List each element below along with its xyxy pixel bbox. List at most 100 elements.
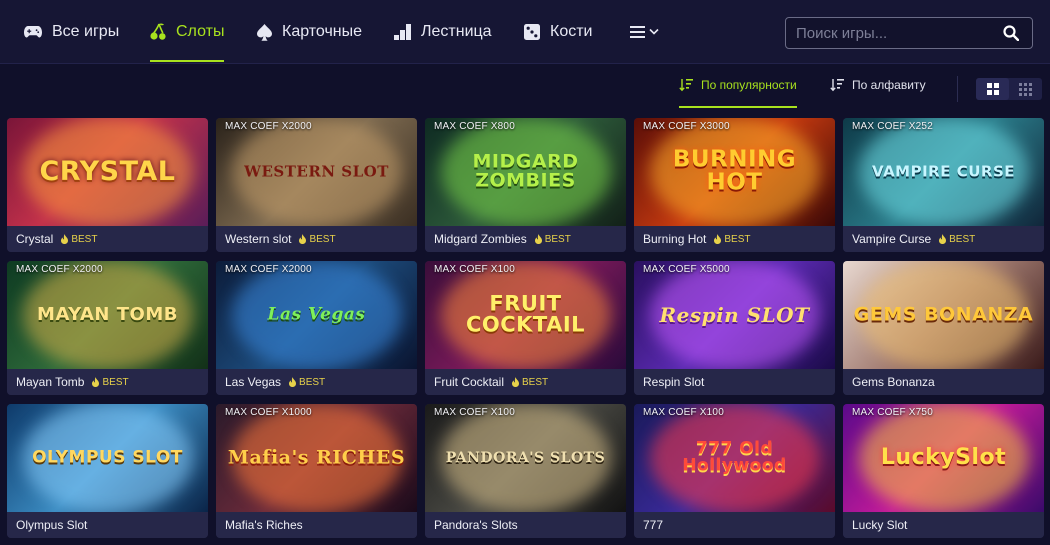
game-logo: FRUIT COCKTAIL bbox=[465, 291, 586, 337]
nav-item-card-games[interactable]: Карточные bbox=[257, 0, 362, 64]
game-logo: LuckySlot bbox=[880, 444, 1007, 470]
game-thumbnail: VAMPIRE CURSE bbox=[843, 118, 1044, 226]
game-card-burning-hot[interactable]: BURNING HOT MAX COEF X3000 Burning Hot B… bbox=[634, 118, 835, 252]
fire-icon bbox=[61, 234, 69, 244]
game-thumbnail: MAYAN TOMB bbox=[7, 261, 208, 369]
game-card-respin-slot[interactable]: Respin SLOT MAX COEF X5000 Respin Slot bbox=[634, 261, 835, 395]
game-card-las-vegas[interactable]: Las Vegas MAX COEF X2000 Las Vegas BEST bbox=[216, 261, 417, 395]
view-large-grid[interactable] bbox=[976, 78, 1009, 100]
best-badge: BEST bbox=[289, 377, 325, 388]
game-logo: 777 Old Hollywood bbox=[682, 438, 787, 476]
best-badge: BEST bbox=[92, 377, 129, 388]
game-card-777[interactable]: 777 Old Hollywood MAX COEF X100 777 bbox=[634, 404, 835, 538]
sort-label-popularity: По популярности bbox=[701, 78, 797, 92]
game-title: Gems Bonanza bbox=[852, 375, 935, 389]
game-card-lucky-slot[interactable]: LuckySlot MAX COEF X750 Lucky Slot bbox=[843, 404, 1044, 538]
game-thumbnail: 777 Old Hollywood bbox=[634, 404, 835, 512]
fire-icon bbox=[714, 234, 722, 244]
game-logo: CRYSTAL bbox=[39, 156, 176, 188]
sort-alphabetical[interactable]: По алфавиту bbox=[830, 78, 926, 106]
fire-icon bbox=[939, 234, 947, 244]
fire-icon bbox=[299, 234, 307, 244]
game-thumbnail: Las Vegas bbox=[216, 261, 417, 369]
sort-divider bbox=[957, 76, 958, 102]
view-small-grid[interactable] bbox=[1009, 78, 1042, 100]
max-coef-badge: MAX COEF X2000 bbox=[16, 264, 103, 275]
game-thumbnail: PANDORA'S SLOTS bbox=[425, 404, 626, 512]
ladder-icon bbox=[394, 24, 411, 40]
best-badge: BEST bbox=[299, 233, 336, 245]
nav-item-all-games[interactable]: Все игры bbox=[24, 0, 119, 64]
sort-popularity-icon bbox=[679, 79, 693, 92]
game-card-crystal[interactable]: CRYSTAL Crystal BEST bbox=[7, 118, 208, 252]
view-toggle bbox=[976, 78, 1042, 100]
game-caption: Fruit Cocktail BEST bbox=[425, 369, 626, 395]
game-thumbnail: FRUIT COCKTAIL bbox=[425, 261, 626, 369]
game-caption: Olympus Slot bbox=[7, 512, 208, 538]
nav-label-ladder: Лестница bbox=[421, 23, 492, 40]
best-label: BEST bbox=[724, 233, 751, 245]
game-logo: Las Vegas bbox=[267, 304, 366, 325]
cherry-icon bbox=[150, 23, 166, 40]
game-thumbnail: Mafia's RICHES bbox=[216, 404, 417, 512]
game-thumbnail: MIDGARD ZOMBIES bbox=[425, 118, 626, 226]
game-thumbnail: WESTERN SLOT bbox=[216, 118, 417, 226]
best-label: BEST bbox=[299, 376, 326, 388]
game-title: Mafia's Riches bbox=[225, 518, 303, 532]
fire-icon bbox=[534, 234, 542, 244]
game-caption: Pandora's Slots bbox=[425, 512, 626, 538]
nav-item-dice[interactable]: Кости bbox=[524, 0, 592, 64]
max-coef-badge: MAX COEF X3000 bbox=[643, 121, 730, 132]
game-card-olympus-slot[interactable]: OLYMPUS SLOT Olympus Slot bbox=[7, 404, 208, 538]
search-icon[interactable] bbox=[1003, 25, 1019, 41]
game-logo: BURNING HOT bbox=[672, 146, 797, 196]
nav-label-all-games: Все игры bbox=[52, 23, 120, 40]
sort-by-popularity[interactable]: По популярности bbox=[679, 78, 797, 108]
best-badge: BEST bbox=[939, 234, 975, 245]
max-coef-badge: MAX COEF X2000 bbox=[225, 264, 312, 275]
game-card-western-slot[interactable]: WESTERN SLOT MAX COEF X2000 Western slot… bbox=[216, 118, 417, 252]
game-card-fruit-cocktail[interactable]: FRUIT COCKTAIL MAX COEF X100 Fruit Cockt… bbox=[425, 261, 626, 395]
game-caption: Mafia's Riches bbox=[216, 512, 417, 538]
game-thumbnail: CRYSTAL bbox=[7, 118, 208, 226]
game-card-gems-bonanza[interactable]: GEMS BONANZA Gems Bonanza bbox=[843, 261, 1044, 395]
game-logo: PANDORA'S SLOTS bbox=[445, 449, 606, 466]
game-card-vampire-curse[interactable]: VAMPIRE CURSE MAX COEF X252 Vampire Curs… bbox=[843, 118, 1044, 252]
fire-icon bbox=[92, 377, 100, 387]
game-thumbnail: OLYMPUS SLOT bbox=[7, 404, 208, 512]
nav-item-ladder[interactable]: Лестница bbox=[394, 0, 492, 64]
game-card-midgard-zombies[interactable]: MIDGARD ZOMBIES MAX COEF X800 Midgard Zo… bbox=[425, 118, 626, 252]
game-title: Olympus Slot bbox=[16, 518, 88, 532]
game-logo: Respin SLOT bbox=[659, 302, 810, 327]
best-label: BEST bbox=[522, 376, 549, 388]
max-coef-badge: MAX COEF X800 bbox=[434, 121, 515, 132]
game-title: Western slot bbox=[225, 232, 292, 246]
nav-label-slots: Слоты bbox=[176, 23, 225, 40]
game-caption: 777 bbox=[634, 512, 835, 538]
search-input[interactable] bbox=[796, 18, 996, 48]
game-caption: Respin Slot bbox=[634, 369, 835, 395]
game-caption: Western slot BEST bbox=[216, 226, 417, 252]
dice-icon bbox=[524, 24, 540, 40]
nav-more-menu[interactable] bbox=[630, 0, 660, 64]
menu-chevron-icon bbox=[630, 26, 659, 38]
game-title: Lucky Slot bbox=[852, 518, 908, 532]
game-logo: WESTERN SLOT bbox=[244, 162, 389, 181]
game-title: Las Vegas bbox=[225, 375, 282, 389]
game-card-mayan-tomb[interactable]: MAYAN TOMB MAX COEF X2000 Mayan Tomb BES… bbox=[7, 261, 208, 395]
game-title: Respin Slot bbox=[643, 375, 705, 389]
game-card-pandoras-slots[interactable]: PANDORA'S SLOTS MAX COEF X100 Pandora's … bbox=[425, 404, 626, 538]
best-label: BEST bbox=[71, 233, 98, 245]
max-coef-badge: MAX COEF X100 bbox=[434, 264, 515, 275]
best-label: BEST bbox=[544, 233, 571, 245]
spade-icon bbox=[257, 23, 272, 41]
game-card-mafias-riches[interactable]: Mafia's RICHES MAX COEF X1000 Mafia's Ri… bbox=[216, 404, 417, 538]
game-caption: Las Vegas BEST bbox=[216, 369, 417, 395]
sort-label-alphabet: По алфавиту bbox=[852, 78, 926, 92]
top-navigation: Все игры Слоты Карточные Лестница Кости bbox=[0, 0, 1050, 64]
max-coef-badge: MAX COEF X252 bbox=[852, 121, 933, 132]
game-caption: Crystal BEST bbox=[7, 226, 208, 252]
best-label: BEST bbox=[309, 233, 336, 245]
nav-item-slots[interactable]: Слоты bbox=[150, 0, 225, 64]
game-thumbnail: GEMS BONANZA bbox=[843, 261, 1044, 369]
